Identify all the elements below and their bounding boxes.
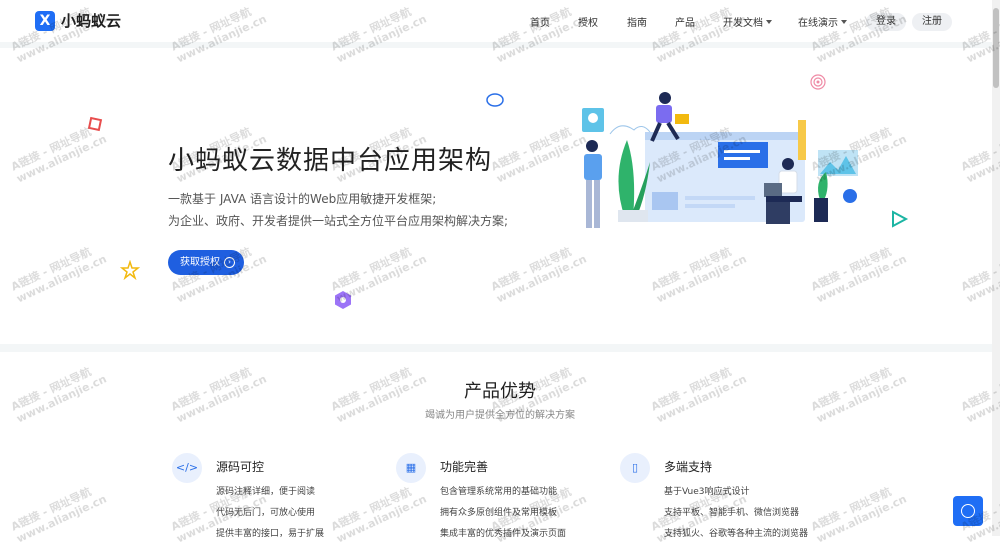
modules-icon: ▦ (396, 453, 426, 483)
hero-description-line-2: 为企业、政府、开发者提供一站式全方位平台应用架构解决方案; (168, 214, 509, 228)
watermark-line-1: A链接 - 网址导航 (9, 245, 94, 294)
brand-logo[interactable]: X 小蚂蚁云 (35, 10, 121, 31)
section-subtitle: 竭诚为用户提供全方位的解决方案 (425, 410, 575, 421)
watermark-text: A链接 - 网址导航www.alianjie.cn (9, 481, 109, 545)
page-scrollbar[interactable] (992, 0, 1000, 536)
watermark-text: A链接 - 网址导航www.alianjie.cn (809, 481, 909, 545)
watermark-text: A链接 - 网址导航www.alianjie.cn (9, 241, 109, 306)
arrow-right-icon: › (224, 257, 235, 268)
nav-item-online-demo[interactable]: 在线演示 (798, 14, 847, 29)
feature-title: 源码可控 (216, 460, 265, 474)
watermark-line-1: A链接 - 网址导航 (809, 245, 894, 294)
watermark-line-2: www.alianjie.cn (654, 252, 749, 306)
watermark-line-1: A链接 - 网址导航 (809, 485, 894, 534)
chevron-down-icon (841, 19, 847, 24)
feature-line: 支持平板、智能手机、微信浏览器 (664, 508, 800, 518)
chat-support-button[interactable] (953, 496, 983, 526)
feature-line: 集成丰富的优秀插件及演示页面 (440, 529, 567, 539)
brand-name: 小蚂蚁云 (61, 12, 122, 30)
yellow-star-shape (120, 260, 140, 280)
feature-line: 支持狐火、谷歌等各种主流的浏览器 (664, 529, 809, 539)
watermark-line-2: www.alianjie.cn (14, 252, 109, 306)
nav-item-online-demo-label: 在线演示 (798, 18, 838, 29)
get-license-button[interactable]: 获取授权 › (168, 250, 244, 275)
watermark-line-1: A链接 - 网址导航 (489, 245, 574, 294)
brand-logo-icon: X (35, 10, 55, 31)
top-navbar: X 小蚂蚁云 首页 授权 指南 产品 开发文档 在线演示 登录 注册 (0, 0, 1000, 42)
watermark-line-2: www.alianjie.cn (14, 132, 109, 186)
mobile-icon: ▯ (620, 453, 650, 483)
red-square-shape (87, 116, 103, 132)
section-divider (0, 344, 1000, 352)
teal-triangle-shape (892, 210, 909, 228)
watermark-line-1: A链接 - 网址导航 (329, 245, 414, 294)
watermark-text: A链接 - 网址导航www.alianjie.cn (809, 241, 909, 306)
hero-description-line-1: 一款基于 JAVA 语言设计的Web应用敏捷开发框架; (168, 192, 437, 206)
login-button[interactable]: 登录 (866, 13, 906, 31)
nav-item-home[interactable]: 首页 (530, 14, 550, 29)
watermark-text: A链接 - 网址导航www.alianjie.cn (649, 241, 749, 306)
watermark-text: A链接 - 网址导航www.alianjie.cn (329, 481, 429, 545)
watermark-line-2: www.alianjie.cn (814, 252, 909, 306)
nav-item-dev-docs[interactable]: 开发文档 (723, 14, 772, 29)
watermark-line-2: www.alianjie.cn (814, 492, 909, 545)
feature-line: 拥有众多原创组件及常用模板 (440, 508, 558, 518)
blue-ring-shape (486, 93, 504, 107)
section-title: 产品优势 (464, 381, 536, 402)
nav-item-license[interactable]: 授权 (578, 14, 598, 29)
hero-illustration (582, 92, 858, 228)
nav-item-products[interactable]: 产品 (675, 14, 695, 29)
feature-title: 功能完善 (440, 460, 489, 474)
feature-line: 基于Vue3响应式设计 (664, 487, 750, 497)
hero-title: 小蚂蚁云数据中台应用架构 (168, 146, 493, 176)
chat-icon (961, 504, 975, 518)
get-license-button-label: 获取授权 (180, 257, 220, 268)
register-button[interactable]: 注册 (912, 13, 952, 31)
feature-line: 包含管理系统常用的基础功能 (440, 487, 558, 497)
nav-item-guide[interactable]: 指南 (627, 14, 647, 29)
feature-line: 提供丰富的接口，易于扩展 (216, 529, 325, 539)
feature-line: 源码注释详细，便于阅读 (216, 487, 316, 497)
scrollbar-thumb[interactable] (993, 8, 999, 88)
feature-title: 多端支持 (664, 460, 713, 474)
watermark-line-1: A链接 - 网址导航 (9, 485, 94, 534)
chevron-down-icon (766, 19, 772, 24)
watermark-text: A链接 - 网址导航www.alianjie.cn (489, 241, 589, 306)
watermark-line-1: A链接 - 网址导航 (329, 485, 414, 534)
header-divider (0, 42, 1000, 48)
watermark-line-2: www.alianjie.cn (494, 252, 589, 306)
watermark-line-2: www.alianjie.cn (334, 492, 429, 545)
purple-hexagon-shape (335, 291, 351, 309)
watermark-line-2: www.alianjie.cn (14, 492, 109, 545)
nav-item-dev-docs-label: 开发文档 (723, 18, 763, 29)
watermark-line-1: A链接 - 网址导航 (649, 245, 734, 294)
code-icon: </> (172, 453, 202, 483)
feature-line: 代码无后门，可放心使用 (216, 508, 316, 518)
